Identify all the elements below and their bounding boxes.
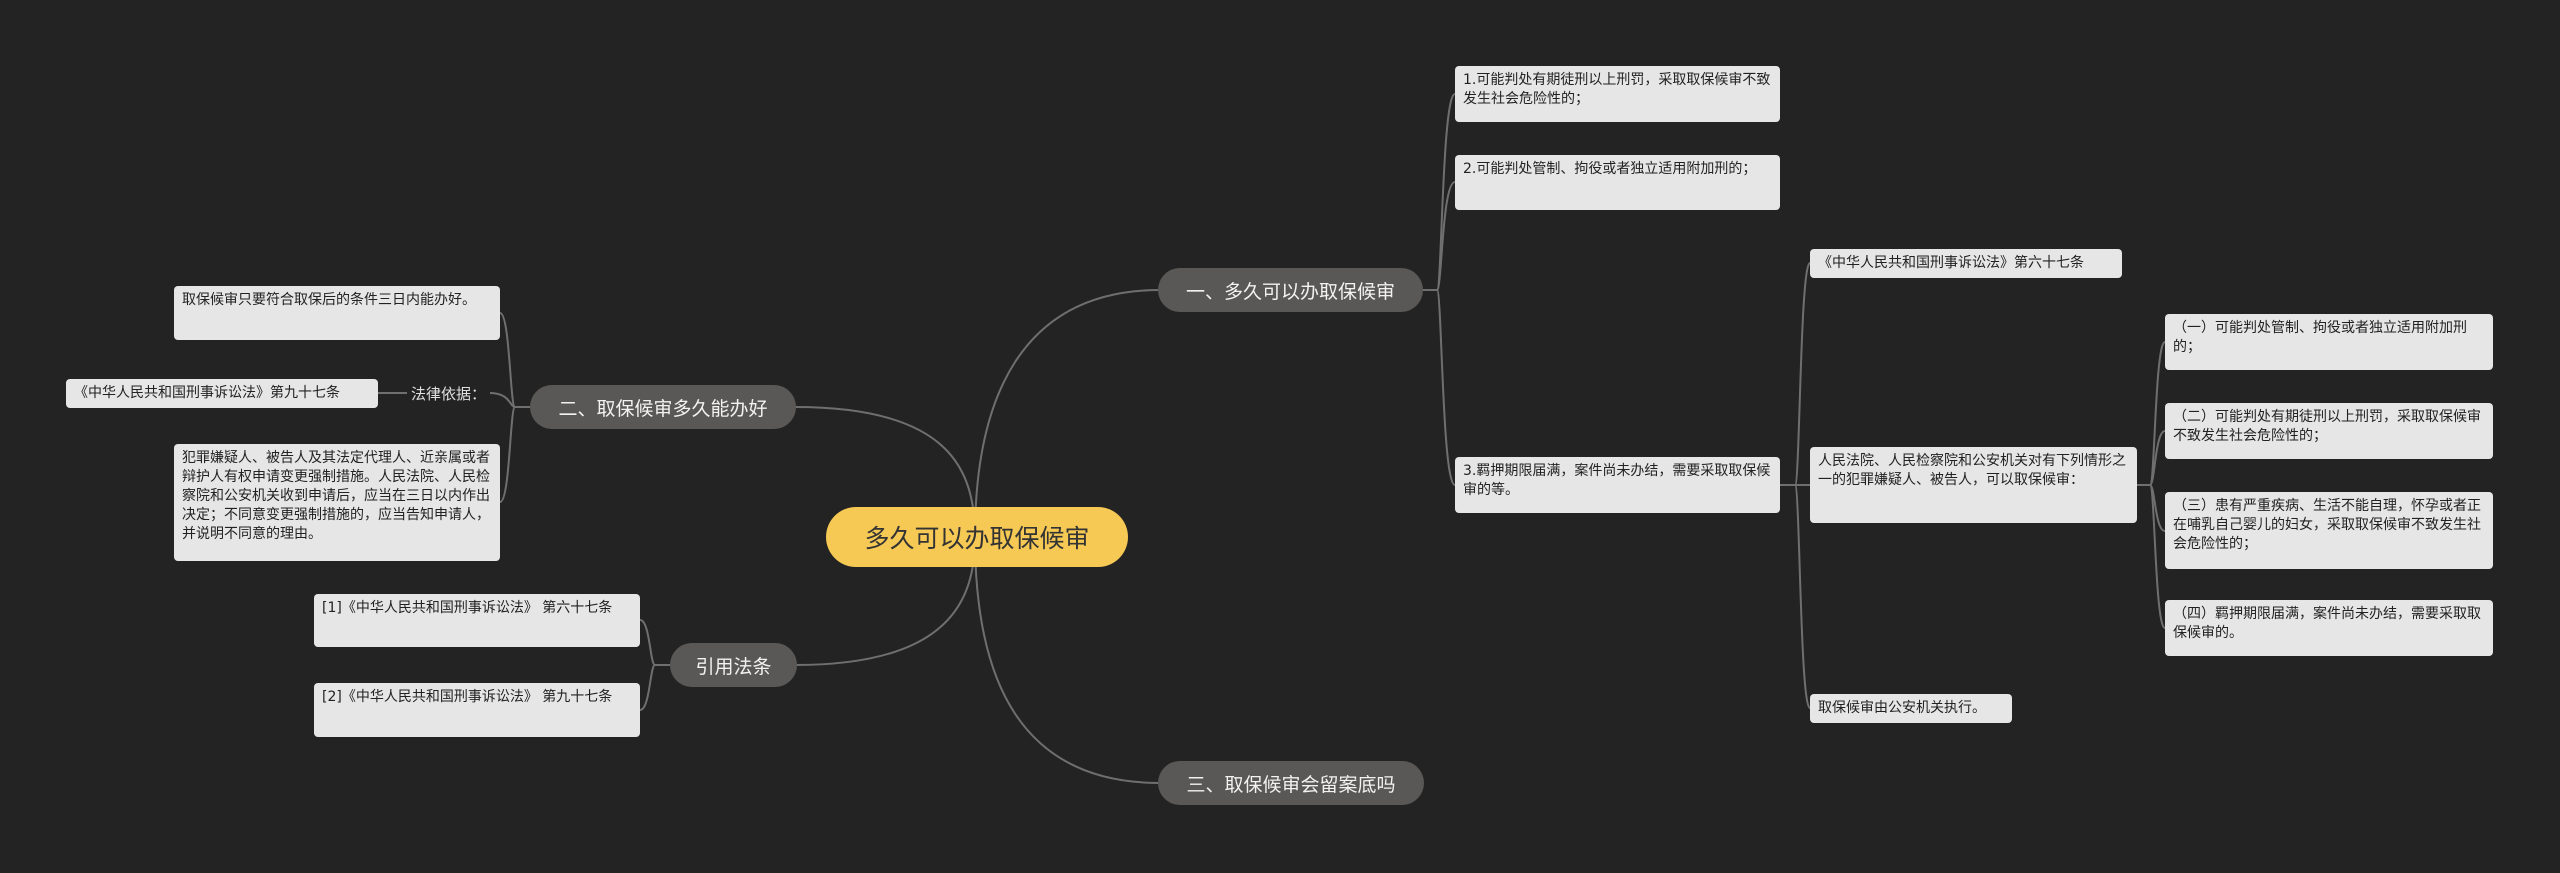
branch-how-long-to-complete[interactable]: 二、取保候审多久能办好 <box>530 385 796 429</box>
leaf-case-2[interactable]: （二）可能判处有期徒刑以上刑罚，采取取保候审不致发生社会危险性的； <box>2165 403 2493 459</box>
leaf-law-article-67[interactable]: 《中华人民共和国刑事诉讼法》第六十七条 <box>1810 249 2122 278</box>
link-c3-d1 <box>1780 262 1811 486</box>
leaf-condition-3[interactable]: 3.羁押期限届满，案件尚未办结，需要采取取保候审的等。 <box>1455 457 1780 513</box>
link-b1-c1 <box>1422 93 1456 291</box>
leaf-case-4[interactable]: （四）羁押期限届满，案件尚未办结，需要采取取保候审的。 <box>2165 600 2493 656</box>
link-d2-e2 <box>2137 430 2166 486</box>
root-topic[interactable]: 多久可以办取保候审 <box>826 507 1128 567</box>
link-b2-f3 <box>499 406 530 503</box>
link-root-b3 <box>974 536 1161 784</box>
leaf-applicable-cases[interactable]: 人民法院、人民检察院和公安机关对有下列情形之一的犯罪嫌疑人、被告人，可以取保候审… <box>1810 447 2137 523</box>
leaf-three-days[interactable]: 取保候审只要符合取保后的条件三日内能办好。 <box>174 286 500 340</box>
link-root-b1 <box>974 289 1161 538</box>
link-b2-f1 <box>499 312 530 408</box>
branch-cited-laws[interactable]: 引用法条 <box>670 643 797 687</box>
leaf-condition-2[interactable]: 2.可能判处管制、拘役或者独立适用附加刑的； <box>1455 155 1780 210</box>
legal-basis-label[interactable]: 法律依据： <box>407 378 490 408</box>
leaf-citation-1[interactable]: [1]《中华人民共和国刑事诉讼法》 第六十七条 <box>314 594 640 647</box>
branch-criminal-record[interactable]: 三、取保候审会留案底吗 <box>1158 761 1424 805</box>
link-b4-g1 <box>639 619 670 666</box>
leaf-condition-1[interactable]: 1.可能判处有期徒刑以上刑罚，采取取保候审不致发生社会危险性的； <box>1455 66 1780 122</box>
link-b4-g2 <box>639 664 670 711</box>
leaf-law-article-97[interactable]: 《中华人民共和国刑事诉讼法》第九十七条 <box>66 379 378 408</box>
link-c3-d3 <box>1780 484 1811 709</box>
link-b2-f2 <box>489 392 530 408</box>
link-b1-c3 <box>1422 289 1456 486</box>
leaf-executed-by-police[interactable]: 取保候审由公安机关执行。 <box>1810 694 2012 723</box>
leaf-case-3[interactable]: （三）患有严重疾病、生活不能自理，怀孕或者正在哺乳自己婴儿的妇女，采取取保候审不… <box>2165 492 2493 569</box>
leaf-case-1[interactable]: （一）可能判处管制、拘役或者独立适用附加刑的； <box>2165 314 2493 370</box>
leaf-citation-2[interactable]: [2]《中华人民共和国刑事诉讼法》 第九十七条 <box>314 683 640 737</box>
leaf-change-measures[interactable]: 犯罪嫌疑人、被告人及其法定代理人、近亲属或者辩护人有权申请变更强制措施。人民法院… <box>174 444 500 561</box>
link-d2-e4 <box>2137 484 2166 629</box>
branch-how-long-to-apply[interactable]: 一、多久可以办取保候审 <box>1158 268 1423 312</box>
link-d2-e1 <box>2137 341 2166 486</box>
